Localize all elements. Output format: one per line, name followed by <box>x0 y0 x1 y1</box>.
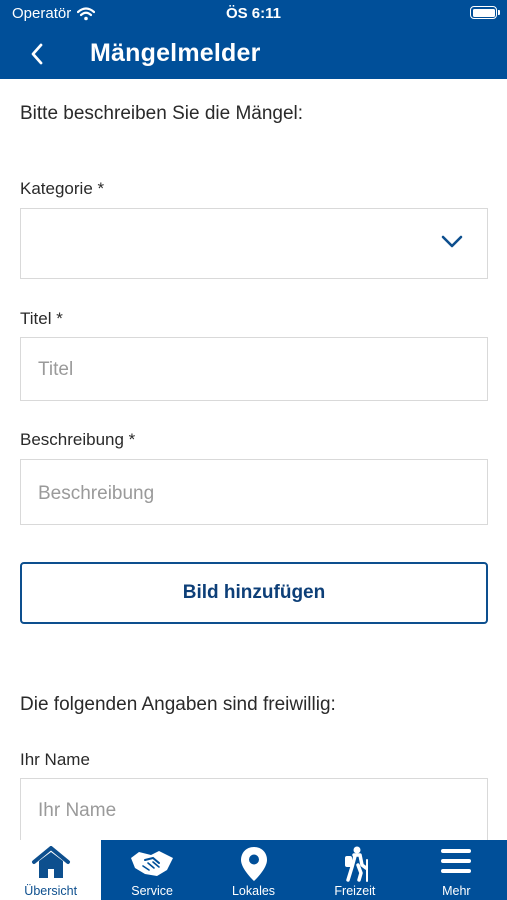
title-placeholder: Titel <box>38 359 74 380</box>
form-intro: Bitte beschreiben Sie die Mängel: <box>20 103 304 124</box>
category-label: Kategorie * <box>20 179 105 198</box>
tab-service[interactable]: Service <box>101 840 202 900</box>
tab-label: Lokales <box>231 884 276 898</box>
tab-mehr[interactable]: Mehr <box>406 840 507 900</box>
tab-freizeit[interactable]: Freizeit <box>304 840 405 900</box>
title-input[interactable]: Titel <box>20 337 488 401</box>
description-placeholder: Beschreibung <box>38 483 155 504</box>
menu-icon <box>441 849 472 873</box>
handshake-icon <box>131 851 174 876</box>
battery-icon <box>470 6 500 19</box>
status-bar: Operatör ÖS 6:11 <box>0 0 507 30</box>
report-form: Bitte beschreiben Sie die Mängel: Katego… <box>0 79 507 840</box>
name-placeholder: Ihr Name <box>38 800 117 821</box>
name-input[interactable]: Ihr Name <box>20 778 488 840</box>
back-button[interactable] <box>22 38 52 70</box>
tab-label: Service <box>131 884 173 898</box>
hiker-icon <box>344 846 368 882</box>
title-label: Titel * <box>20 309 63 328</box>
description-label: Beschreibung * <box>20 430 136 449</box>
status-time: ÖS 6:11 <box>225 5 282 22</box>
nav-header: Mängelmelder <box>0 30 507 79</box>
chevron-down-icon <box>441 235 463 248</box>
tab-lokales[interactable]: Lokales <box>203 840 304 900</box>
name-label: Ihr Name <box>20 750 90 769</box>
tab-uebersicht[interactable]: Übersicht <box>0 840 102 900</box>
chevron-left-icon <box>31 43 43 65</box>
tab-label: Mehr <box>442 884 471 898</box>
add-image-button[interactable]: Bild hinzufügen <box>20 562 488 624</box>
top-bar: Operatör ÖS 6:11 Mängelmelder <box>0 0 507 79</box>
category-select[interactable] <box>20 208 488 279</box>
optional-heading: Die folgenden Angaben sind freiwillig: <box>20 694 336 715</box>
location-pin-icon <box>240 847 267 881</box>
tab-label: Freizeit <box>334 884 376 898</box>
tab-bar: Übersicht Service Lokales Freizeit Mehr <box>0 840 507 900</box>
description-input[interactable]: Beschreibung <box>20 459 488 525</box>
home-icon <box>31 846 70 878</box>
page-title: Mängelmelder <box>90 39 261 67</box>
tab-label: Übersicht <box>24 884 78 898</box>
